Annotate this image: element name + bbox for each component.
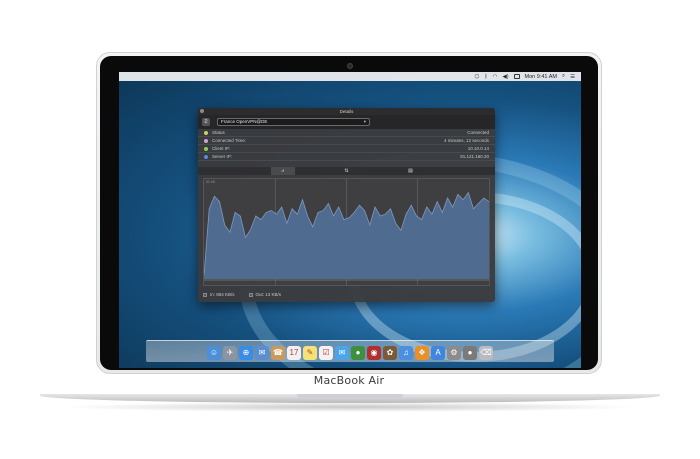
appstore-icon[interactable]: A — [431, 346, 445, 360]
legend-out-label: Out: 13 KB/s — [255, 292, 282, 297]
search-icon[interactable]: ⌕ — [562, 73, 565, 80]
laptop-shadow — [60, 402, 640, 412]
bluetooth-icon[interactable]: ᛒ — [484, 74, 487, 80]
ibooks-icon[interactable]: ❖ — [415, 346, 429, 360]
graph-icon[interactable]: ⩘ — [270, 167, 295, 175]
notification-center-icon[interactable]: ☰ — [570, 74, 575, 80]
transfer-icon[interactable]: ⇅ — [335, 167, 359, 175]
battery-icon[interactable] — [513, 74, 520, 79]
volume-icon[interactable]: ◀) — [502, 74, 508, 80]
notes-icon[interactable]: ✎ — [303, 346, 317, 360]
details-rows: Status Connected Connected Time: 4 minutes,… — [198, 129, 495, 161]
status-dot-icon — [204, 155, 208, 159]
connection-select[interactable]: France OpenVPN@DE ▾ — [217, 118, 370, 126]
traffic-graph: 50 kB — [203, 178, 490, 286]
menu-bar: ⬡ ᛒ ◠ ◀) Mon 9:41 AM ⌕ ☰ — [119, 72, 581, 81]
detail-label: Server IP: — [212, 154, 233, 159]
detail-label: Client IP: — [212, 146, 231, 151]
vpn-icon[interactable]: ● — [463, 346, 477, 360]
legend-out[interactable]: Out: 13 KB/s — [248, 291, 282, 298]
trash-icon[interactable]: ⌫ — [479, 346, 493, 360]
calendar-icon[interactable]: 17 — [287, 346, 301, 360]
camera-icon — [347, 63, 353, 69]
connection-select-value: France OpenVPN@DE — [221, 119, 268, 124]
contacts-icon[interactable]: ☎ — [271, 346, 285, 360]
preferences-icon[interactable]: ⚙ — [447, 346, 461, 360]
vpn-app-icon[interactable]: Ƨ — [202, 118, 210, 126]
details-window: Details Ƨ France OpenVPN@DE ▾ Status Conn… — [198, 108, 495, 302]
menubar-clock[interactable]: Mon 9:41 AM — [525, 74, 557, 80]
status-dot-icon — [204, 139, 208, 143]
detail-value: Connected — [467, 130, 489, 135]
dropbox-icon[interactable]: ⬡ — [475, 74, 480, 80]
detail-value: 10.10.0.14 — [467, 146, 489, 151]
reminders-icon[interactable]: ☑ — [319, 346, 333, 360]
finder-icon[interactable]: ☺ — [207, 346, 221, 360]
window-titlebar[interactable]: Details — [198, 108, 495, 115]
window-title: Details — [339, 109, 354, 114]
status-dot-icon — [204, 131, 208, 135]
dock: ☺ ✈ ⊕ ✉ ☎ 17 ✎ ☑ ✉ ● ◉ ✿ ♫ ❖ A ⚙ ● ⌫ — [146, 340, 554, 362]
view-tabs: ⩘ ⇅ ▤ — [198, 167, 495, 175]
window-toolbar: Ƨ France OpenVPN@DE ▾ — [198, 115, 495, 129]
messages-icon[interactable]: ✉ — [335, 346, 349, 360]
detail-value: 91.121.160.20 — [460, 154, 489, 159]
status-dot-icon — [204, 147, 208, 151]
mail-icon[interactable]: ✉ — [255, 346, 269, 360]
legend-in-checkbox[interactable] — [203, 292, 207, 297]
detail-label: Status — [212, 130, 225, 135]
legend-out-checkbox[interactable] — [248, 292, 253, 297]
safari-icon[interactable]: ⊕ — [239, 346, 253, 360]
brand-label: MacBook Air — [313, 374, 385, 387]
detail-row: Connected Time: 4 minutes, 12 seconds — [198, 137, 495, 145]
traffic-graph-svg — [204, 179, 489, 285]
graph-legend: In: 884 KB/s Out: 13 KB/s — [203, 291, 403, 298]
chevron-down-icon: ▾ — [363, 119, 366, 124]
photos-icon[interactable]: ✿ — [383, 346, 397, 360]
detail-row: Status Connected — [198, 129, 495, 137]
facetime-icon[interactable]: ● — [351, 346, 365, 360]
laptop-chin: MacBook Air — [100, 370, 598, 394]
itunes-icon[interactable]: ♫ — [399, 346, 413, 360]
log-icon[interactable]: ▤ — [399, 167, 423, 175]
wifi-icon[interactable]: ◠ — [493, 74, 498, 80]
desktop: ⬡ ᛒ ◠ ◀) Mon 9:41 AM ⌕ ☰ Details Ƨ Franc… — [119, 72, 581, 368]
detail-row: Server IP: 91.121.160.20 — [198, 153, 495, 161]
legend-in-label: In: 884 KB/s — [210, 292, 235, 297]
detail-value: 4 minutes, 12 seconds — [443, 138, 489, 143]
laptop-opening-notch — [297, 394, 403, 398]
launchpad-icon[interactable]: ✈ — [223, 346, 237, 360]
legend-in[interactable]: In: 884 KB/s — [203, 291, 235, 298]
photobooth-icon[interactable]: ◉ — [367, 346, 381, 360]
detail-label: Connected Time: — [212, 138, 247, 143]
detail-row: Client IP: 10.10.0.14 — [198, 145, 495, 153]
